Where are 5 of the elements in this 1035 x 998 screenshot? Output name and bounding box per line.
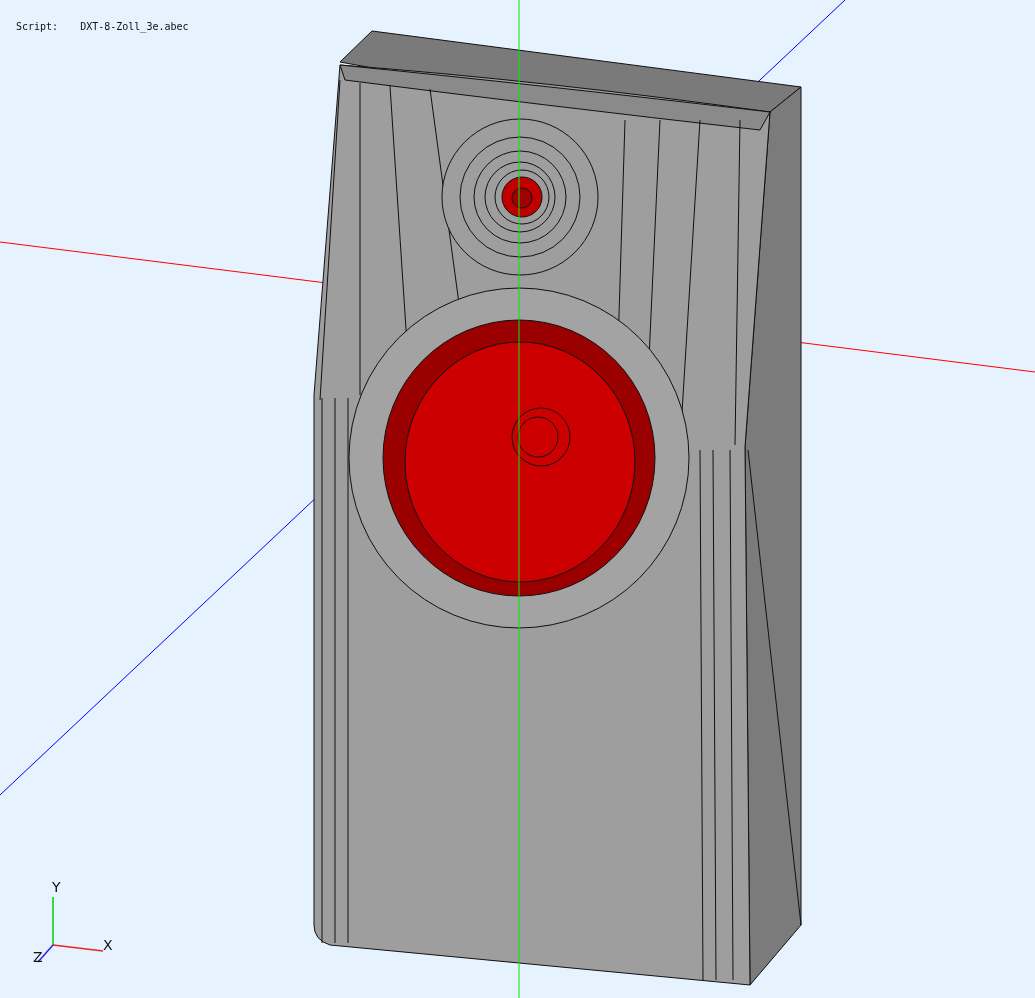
axis-label: X <box>103 938 113 952</box>
script-file-name: DXT-8-Zoll_3e.abec <box>80 20 189 34</box>
axis-label: Y <box>52 880 61 894</box>
axis-label: Z <box>33 950 43 964</box>
script-label: Script: <box>16 20 59 34</box>
